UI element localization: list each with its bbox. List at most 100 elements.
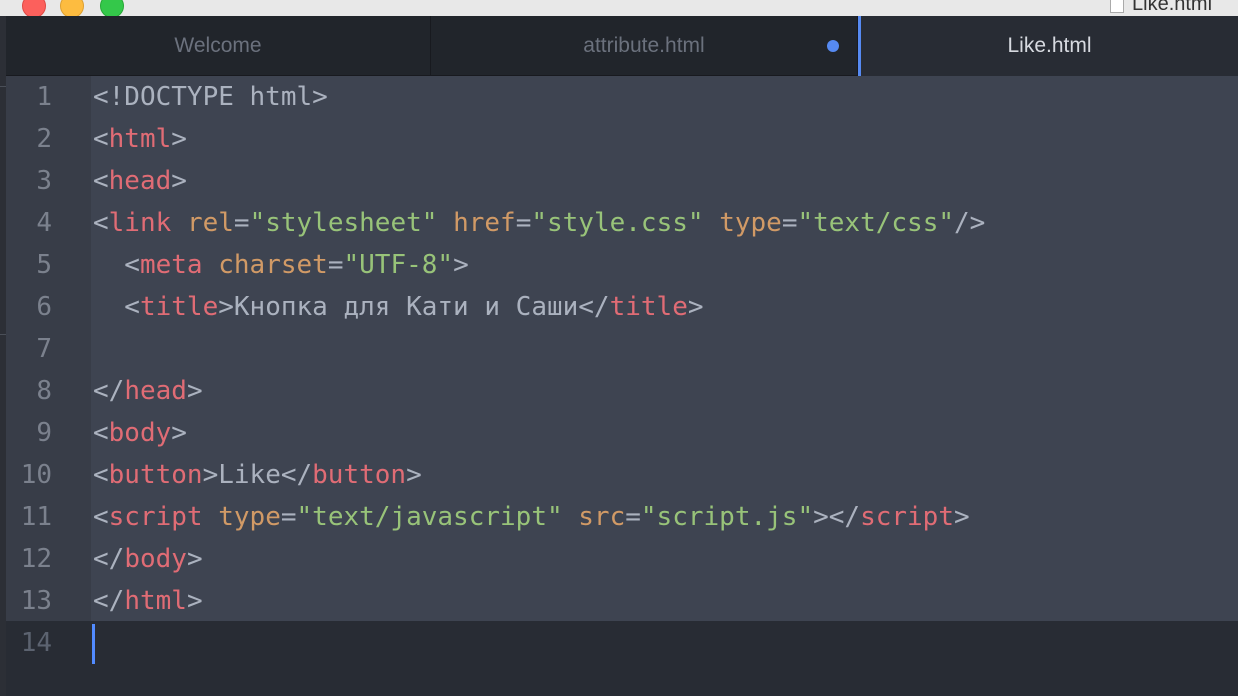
window-titlebar: Like.html xyxy=(0,0,1238,16)
code-line[interactable]: 5 <meta charset="UTF-8"> xyxy=(6,244,1238,286)
code-line[interactable]: 6 <title>Кнопка для Кати и Саши</title> xyxy=(6,286,1238,328)
code-line[interactable]: 11 <script type="text/javascript" src="sc… xyxy=(6,496,1238,538)
code-token: < xyxy=(93,166,109,196)
code-token: > xyxy=(186,586,203,616)
code-token: charset xyxy=(218,250,328,280)
code-token: body xyxy=(108,418,172,448)
code-token: < xyxy=(93,250,140,280)
code-token: < xyxy=(93,460,109,490)
code-token: >Кнопка для Кати и Саши</ xyxy=(218,292,610,322)
code-token: href xyxy=(453,208,516,238)
code-line[interactable]: 9 <body> xyxy=(6,412,1238,454)
tab-like-html[interactable]: Like.html xyxy=(858,16,1238,76)
code-token: link xyxy=(108,208,172,238)
code-token: type xyxy=(218,502,281,532)
close-window-button[interactable] xyxy=(22,0,46,16)
code-line[interactable]: 3 <head> xyxy=(6,160,1238,202)
code-token: src xyxy=(578,502,626,532)
code-token: </ xyxy=(93,376,125,406)
code-token: script xyxy=(860,502,954,532)
line-number: 12 xyxy=(20,544,52,574)
code-token: button xyxy=(108,460,203,490)
window-title-text: Like.html xyxy=(1132,0,1213,15)
code-editor[interactable]: 1 <!DOCTYPE html> 2 <html> 3 <head> 4 <link rel… xyxy=(6,76,1238,696)
code-token: body xyxy=(124,544,187,574)
code-token: "text/javascript" xyxy=(296,502,563,532)
tab-bar: Welcome attribute.html Like.html xyxy=(6,16,1238,76)
code-token: = xyxy=(625,502,641,532)
line-number: 10 xyxy=(20,460,52,490)
line-code: <title>Кнопка для Кати и Саши</title> xyxy=(93,286,704,328)
code-token: script xyxy=(108,502,203,532)
code-token: head xyxy=(124,376,187,406)
minimize-window-button[interactable] xyxy=(60,0,84,16)
code-token: "stylesheet" xyxy=(249,208,438,238)
line-number: 5 xyxy=(36,250,52,280)
code-token: > xyxy=(953,502,970,532)
html-file-icon xyxy=(1110,0,1124,13)
code-token: head xyxy=(108,166,172,196)
line-code: </html> xyxy=(93,580,203,622)
code-token: html xyxy=(124,586,187,616)
line-code: <link rel="stylesheet" href="style.css" … xyxy=(93,202,985,244)
code-token: > xyxy=(687,292,704,322)
code-token: "text/css" xyxy=(797,208,955,238)
code-token: = xyxy=(515,208,532,238)
code-line[interactable]: 13 </html> xyxy=(6,580,1238,622)
code-token: < xyxy=(93,208,109,238)
code-token: </ xyxy=(93,544,125,574)
code-token: < xyxy=(93,292,140,322)
line-code: <meta charset="UTF-8"> xyxy=(93,244,469,286)
line-number: 4 xyxy=(36,208,52,238)
code-token: > xyxy=(186,376,203,406)
code-token: = xyxy=(233,208,250,238)
line-number: 8 xyxy=(36,376,52,406)
line-code: <button>Like</button> xyxy=(93,454,422,496)
code-line[interactable]: 14 xyxy=(6,622,1238,664)
code-token: = xyxy=(781,208,798,238)
code-line[interactable]: 1 <!DOCTYPE html> xyxy=(6,76,1238,118)
code-line[interactable]: 10 <button>Like</button> xyxy=(6,454,1238,496)
code-token: ></ xyxy=(813,502,861,532)
code-token: rel xyxy=(186,208,234,238)
code-token: > xyxy=(171,124,187,154)
code-token: title xyxy=(139,292,219,322)
code-token: = xyxy=(280,502,297,532)
window-title: Like.html xyxy=(1110,0,1212,16)
line-number: 2 xyxy=(36,124,52,154)
code-line[interactable]: 2 <html> xyxy=(6,118,1238,160)
line-code: <head> xyxy=(93,160,187,202)
line-number: 3 xyxy=(36,166,52,196)
line-code: <!DOCTYPE html> xyxy=(93,76,328,118)
line-number: 11 xyxy=(20,502,52,532)
code-token: </ xyxy=(93,586,125,616)
code-token: < xyxy=(93,124,109,154)
code-token: title xyxy=(609,292,688,322)
code-token: = xyxy=(327,250,344,280)
tab-welcome[interactable]: Welcome xyxy=(6,16,431,75)
tab-attribute-html[interactable]: attribute.html xyxy=(431,16,858,75)
code-token: "UTF-8" xyxy=(343,250,454,280)
code-token: > xyxy=(453,250,469,280)
tab-label: Welcome xyxy=(174,33,262,57)
line-code: <body> xyxy=(93,412,187,454)
code-token: type xyxy=(719,208,782,238)
code-token: > xyxy=(406,460,422,490)
code-line[interactable]: 4 <link rel="stylesheet" href="style.css"… xyxy=(6,202,1238,244)
line-number: 1 xyxy=(36,82,52,112)
code-token: meta xyxy=(139,250,203,280)
zoom-window-button[interactable] xyxy=(100,0,124,16)
line-code: </body> xyxy=(93,538,203,580)
unsaved-changes-indicator xyxy=(827,40,839,52)
code-token: html xyxy=(108,124,172,154)
code-line[interactable]: 12 </body> xyxy=(6,538,1238,580)
code-token: > xyxy=(171,166,187,196)
code-line[interactable]: 7 xyxy=(6,328,1238,370)
code-line[interactable]: 8 </head> xyxy=(6,370,1238,412)
code-token: > xyxy=(186,544,203,574)
